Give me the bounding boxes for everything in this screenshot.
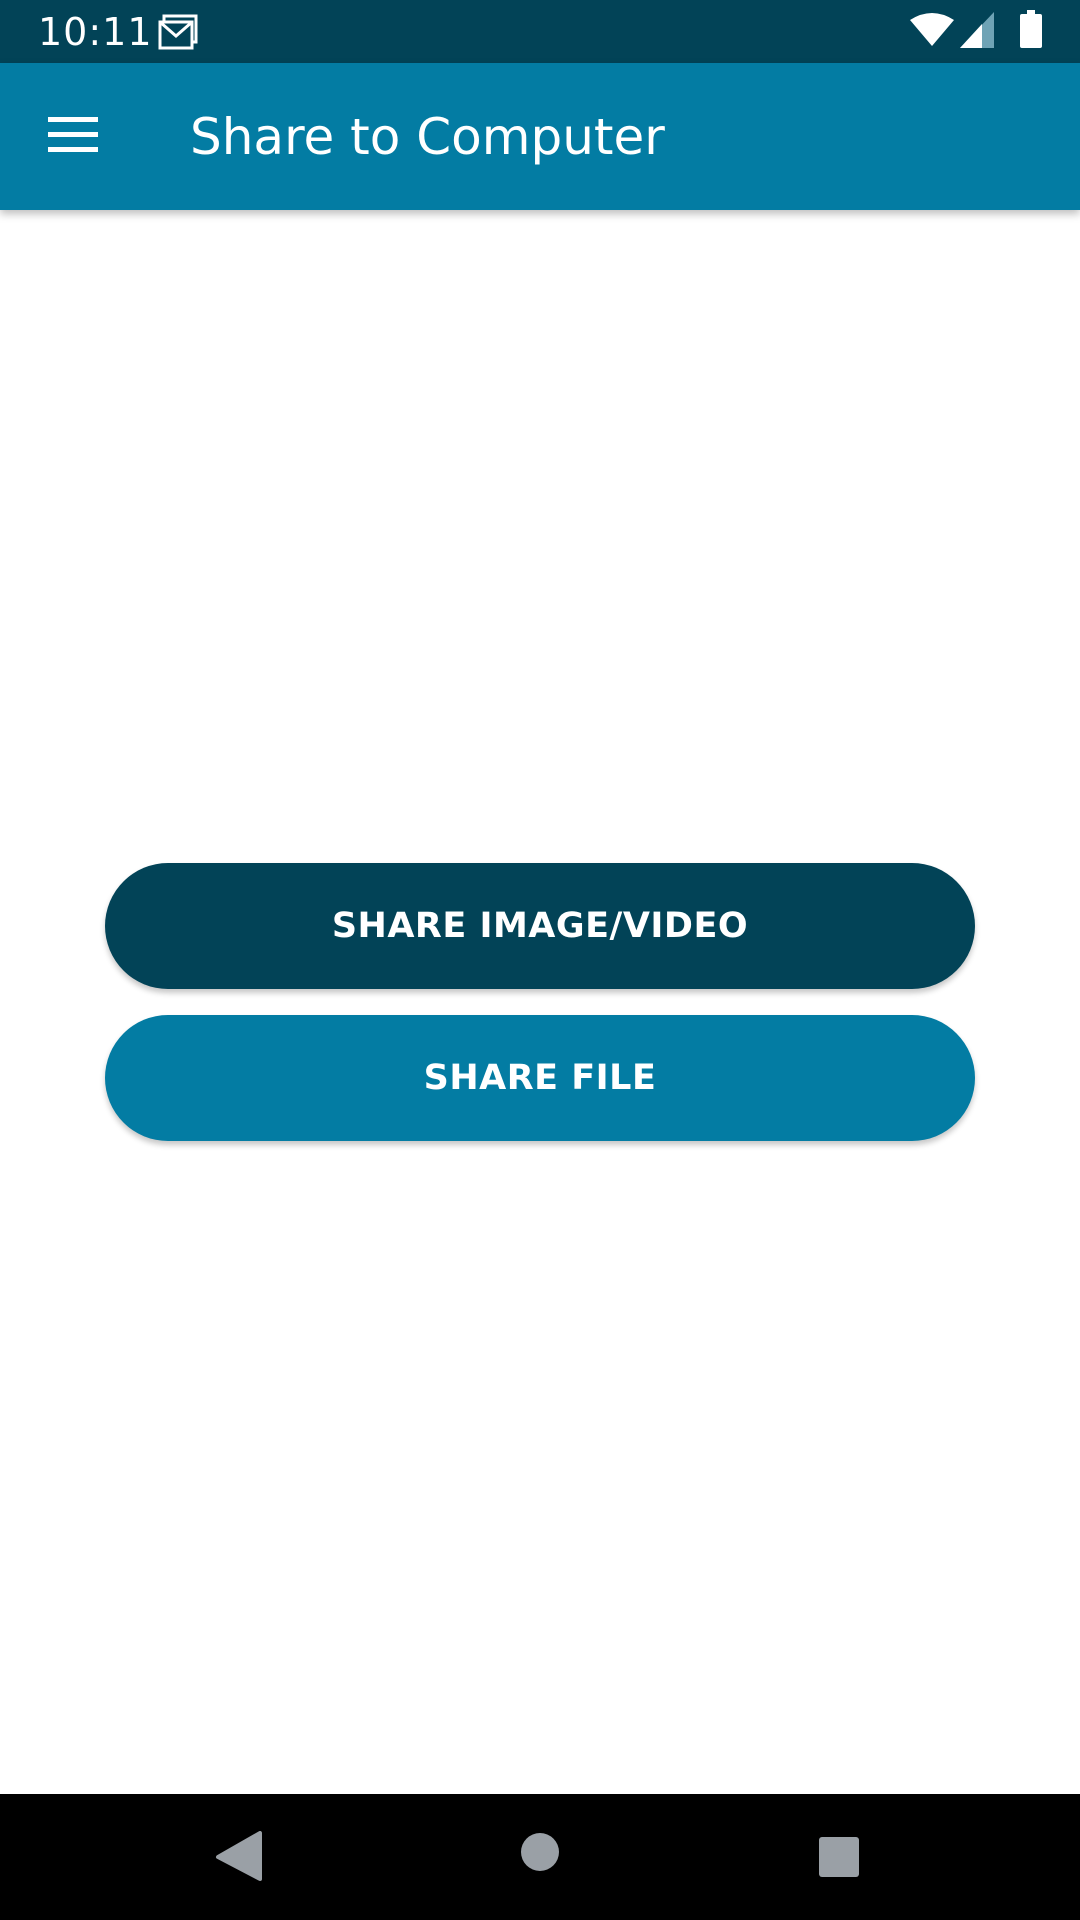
back-icon[interactable] [214,1831,262,1881]
hamburger-menu-icon[interactable] [48,115,98,155]
status-bar: 10:11 [0,0,1080,63]
share-image-video-button[interactable]: SHARE IMAGE/VIDEO [105,863,975,989]
page-title: Share to Computer [190,108,665,166]
status-time: 10:11 [38,10,153,54]
battery-icon [1020,10,1042,48]
recents-icon[interactable] [818,1836,860,1878]
share-file-button[interactable]: SHARE FILE [105,1015,975,1141]
app-bar: Share to Computer [0,63,1080,210]
wifi-icon [910,13,954,46]
home-icon[interactable] [520,1832,560,1872]
cell-signal-icon [960,12,994,48]
navigation-bar [0,1794,1080,1920]
gmail-icon [158,14,198,50]
